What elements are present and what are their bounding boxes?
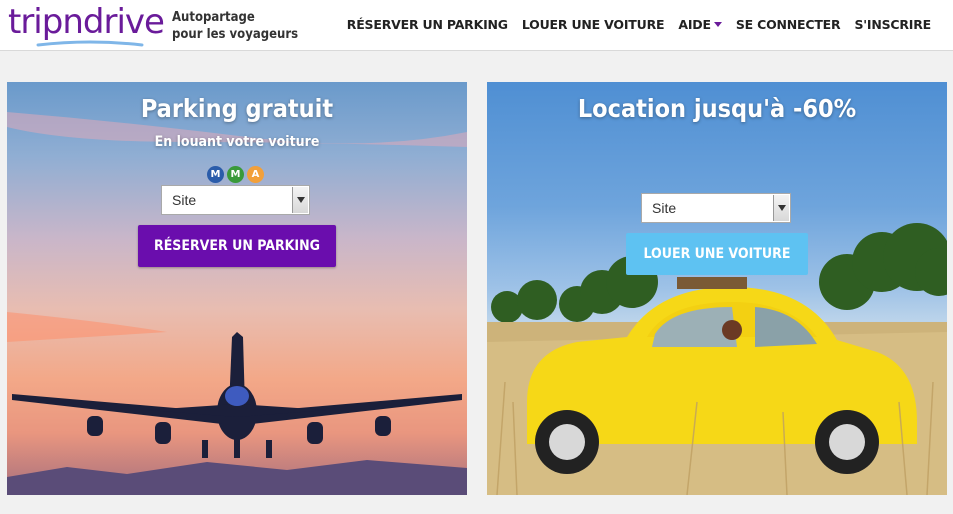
chevron-down-icon (713, 22, 722, 27)
parking-subtitle: En louant votre voiture (154, 134, 320, 150)
metro-badge-icon: M (207, 166, 224, 183)
rental-site-select-value: Site (652, 200, 677, 216)
rental-site-select[interactable]: Site (641, 193, 791, 223)
reserve-parking-button[interactable]: RÉSERVER UN PARKING (138, 225, 336, 267)
tagline: Autopartage pour les voyageurs (172, 9, 298, 43)
tagline-line-2: pour les voyageurs (172, 27, 299, 42)
chevron-down-icon (773, 195, 789, 221)
nav-signup[interactable]: S'INSCRIRE (854, 17, 931, 32)
rent-car-button[interactable]: LOUER UNE VOITURE (626, 233, 808, 275)
rental-panel: Location jusqu'à -60% Site LOUER UNE VOI… (487, 82, 947, 495)
chevron-down-icon (292, 187, 308, 213)
parking-site-select-value: Site (172, 192, 197, 208)
main-nav: RÉSERVER UN PARKING LOUER UNE VOITURE AI… (347, 17, 931, 32)
top-header: tripndrive Autopartage pour les voyageur… (0, 0, 953, 51)
nav-login[interactable]: SE CONNECTER (736, 17, 841, 32)
parking-title: Parking gratuit (140, 94, 334, 123)
logo-swoosh-icon (36, 40, 144, 47)
parking-panel: Parking gratuit En louant votre voiture … (7, 82, 467, 495)
tagline-line-1: Autopartage (172, 10, 255, 25)
airport-badge-icon: A (247, 166, 264, 183)
nav-help[interactable]: AIDE (678, 17, 722, 32)
parking-site-select[interactable]: Site (161, 185, 310, 215)
logo[interactable]: tripndrive (8, 2, 165, 48)
metro-badge-icon: M (227, 166, 244, 183)
nav-help-label: AIDE (678, 17, 711, 32)
rental-title: Location jusqu'à -60% (577, 94, 857, 123)
yellow-car-image (487, 223, 947, 495)
transport-badges: M M A (207, 166, 264, 183)
nav-rent-car[interactable]: LOUER UNE VOITURE (522, 17, 665, 32)
nav-reserve-parking[interactable]: RÉSERVER UN PARKING (347, 17, 508, 32)
logo-text: tripndrive (8, 2, 165, 42)
